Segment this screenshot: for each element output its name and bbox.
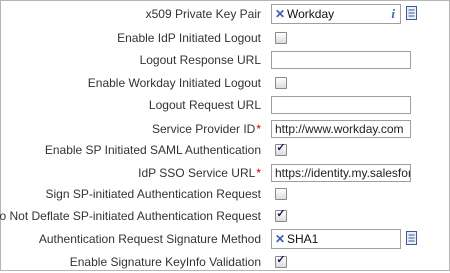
service-provider-id-label-text: Service Provider ID [151, 122, 256, 136]
idp-sso-url-label: IdP SSO Service URL* [138, 162, 261, 184]
service-provider-id-label: Service Provider ID* [152, 118, 261, 140]
logout-request-url-label: Logout Request URL [148, 98, 261, 112]
keyinfo-row: Enable Signature KeyInfo Validation ✓ [1, 251, 449, 273]
checkmark-icon: ✓ [276, 254, 286, 266]
idp-sso-url-label-text: IdP SSO Service URL [138, 166, 256, 180]
keyinfo-checkbox[interactable]: ✓ [275, 254, 287, 268]
keyinfo-label: Enable Signature KeyInfo Validation [69, 255, 261, 269]
x509-selected-value: Workday [287, 7, 335, 21]
enable-sp-saml-row: Enable SP Initiated SAML Authentication … [1, 139, 449, 161]
enable-idp-logout-label: Enable IdP Initiated Logout [117, 31, 261, 45]
enable-sp-saml-checkbox[interactable]: ✓ [275, 142, 287, 156]
sign-sp-request-label: Sign SP-initiated Authentication Request [45, 187, 261, 201]
enable-workday-logout-label: Enable Workday Initiated Logout [87, 76, 261, 90]
x509-prompt-field[interactable]: ✕ Workday i [271, 4, 401, 24]
enable-workday-logout-row: Enable Workday Initiated Logout [1, 72, 449, 94]
remove-icon[interactable]: ✕ [275, 230, 285, 248]
enable-workday-logout-checkbox[interactable] [275, 77, 287, 89]
sig-method-prompt-field[interactable]: ✕ SHA1 [271, 229, 401, 249]
no-deflate-checkbox[interactable]: ✓ [275, 208, 287, 222]
x509-row: x509 Private Key Pair ✕ Workday i [1, 3, 449, 25]
required-marker: * [256, 122, 261, 136]
prompt-list-icon[interactable] [406, 231, 417, 245]
no-deflate-row: Do Not Deflate SP-initiated Authenticati… [0, 205, 449, 227]
logout-response-url-input[interactable] [271, 51, 411, 69]
sig-method-row: Authentication Request Signature Method … [1, 228, 449, 250]
remove-icon[interactable]: ✕ [275, 5, 285, 23]
checkmark-icon: ✓ [276, 208, 286, 220]
enable-idp-logout-checkbox[interactable] [275, 32, 287, 44]
idp-sso-url-input[interactable]: https://identity.my.salesforce [271, 164, 411, 182]
x509-label: x509 Private Key Pair [145, 7, 261, 21]
checkmark-icon: ✓ [276, 142, 286, 154]
info-icon[interactable]: i [391, 5, 395, 23]
enable-sp-saml-label: Enable SP Initiated SAML Authentication [44, 143, 261, 157]
no-deflate-label: Do Not Deflate SP-initiated Authenticati… [0, 209, 261, 223]
logout-request-url-row: Logout Request URL [1, 94, 449, 116]
sign-sp-request-row: Sign SP-initiated Authentication Request [1, 183, 449, 205]
enable-idp-logout-row: Enable IdP Initiated Logout [1, 27, 449, 49]
saml-settings-form: x509 Private Key Pair ✕ Workday i Enable… [0, 0, 450, 271]
service-provider-id-row: Service Provider ID* http://www.workday.… [1, 118, 449, 140]
required-marker: * [256, 166, 261, 180]
logout-response-url-row: Logout Response URL [1, 49, 449, 71]
service-provider-id-input[interactable]: http://www.workday.com [271, 120, 411, 138]
prompt-list-icon[interactable] [406, 6, 417, 20]
logout-response-url-label: Logout Response URL [139, 53, 261, 67]
logout-request-url-input[interactable] [271, 96, 411, 114]
sign-sp-request-checkbox[interactable] [275, 188, 287, 200]
sig-method-selected-value: SHA1 [287, 232, 319, 246]
sig-method-label: Authentication Request Signature Method [38, 232, 261, 246]
idp-sso-url-row: IdP SSO Service URL* https://identity.my… [1, 162, 449, 184]
